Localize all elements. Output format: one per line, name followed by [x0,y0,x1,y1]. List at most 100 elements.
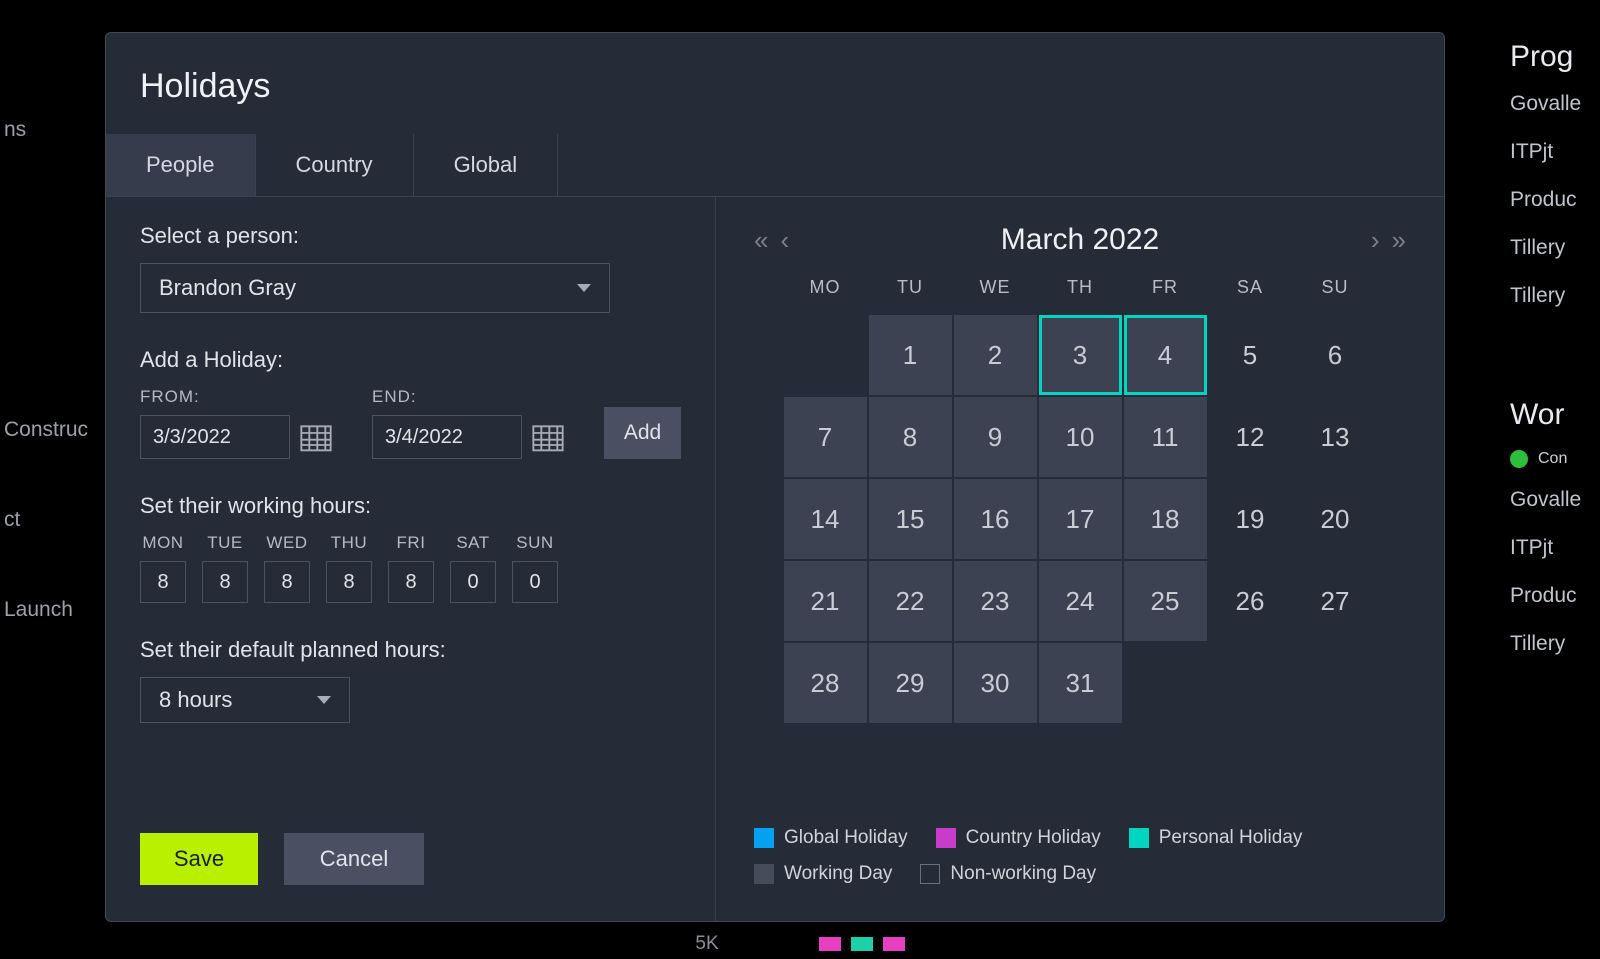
calendar-day-cell[interactable]: 20 [1294,479,1377,559]
day-abbr: FRI [397,533,426,553]
add-button[interactable]: Add [604,407,681,459]
tab-global[interactable]: Global [414,134,559,196]
next-year-icon[interactable]: » [1392,225,1406,256]
legend-swatch-icon [920,864,940,884]
calendar-day-cell[interactable]: 7 [784,397,867,477]
planned-hours-select[interactable]: 8 hours [140,677,350,723]
hours-input[interactable] [140,561,186,603]
legend-swatch-icon [754,864,774,884]
calendar-day-cell[interactable]: 1 [869,315,952,395]
bg-status: Con [1538,450,1567,468]
hours-input[interactable] [326,561,372,603]
legend-item: Non-working Day [920,863,1096,885]
hours-input[interactable] [264,561,310,603]
save-button[interactable]: Save [140,833,258,885]
calendar-pane: « ‹ March 2022 › » MOTUWETHFRSASU1234567… [716,197,1444,921]
calendar-day-cell[interactable]: 9 [954,397,1037,477]
from-label: FROM: [140,387,332,407]
tab-people[interactable]: People [106,134,256,196]
calendar-day-cell[interactable]: 2 [954,315,1037,395]
legend-label: Country Holiday [966,827,1101,849]
legend-item: Personal Holiday [1129,827,1303,849]
end-label: END: [372,387,564,407]
legend-item: Working Day [754,863,892,885]
background-left-panel: ns Construc ct Launch [0,0,100,959]
calendar-day-cell[interactable]: 30 [954,643,1037,723]
calendar-day-cell[interactable]: 17 [1039,479,1122,559]
day-abbr: MON [142,533,183,553]
legend-item: Country Holiday [936,827,1101,849]
tab-bar: People Country Global [106,134,1444,197]
calendar-day-cell[interactable]: 6 [1294,315,1377,395]
calendar-day-cell[interactable]: 15 [869,479,952,559]
add-holiday-label: Add a Holiday: [140,347,681,373]
calendar-day-cell[interactable]: 13 [1294,397,1377,477]
bg-scale-label: 5K [695,933,718,955]
calendar-day-cell[interactable]: 25 [1124,561,1207,641]
calendar-day-cell[interactable]: 23 [954,561,1037,641]
day-of-week-header: TH [1038,277,1123,314]
bg-item: Govalle [1510,92,1600,116]
from-date-input[interactable] [140,415,290,459]
calendar-day-cell[interactable]: 31 [1039,643,1122,723]
person-select[interactable]: Brandon Gray [140,263,610,313]
calendar-day-cell[interactable]: 8 [869,397,952,477]
day-of-week-header: SU [1293,277,1378,314]
day-abbr: SUN [516,533,553,553]
calendar-day-cell[interactable]: 24 [1039,561,1122,641]
calendar-day-cell [1294,643,1377,723]
calendar-day-cell[interactable]: 16 [954,479,1037,559]
select-person-label: Select a person: [140,223,681,249]
hours-input[interactable] [202,561,248,603]
legend-label: Personal Holiday [1159,827,1303,849]
prev-month-icon[interactable]: ‹ [780,225,789,256]
calendar-day-cell[interactable]: 11 [1124,397,1207,477]
next-month-icon[interactable]: › [1371,225,1380,256]
day-of-week-header: FR [1123,277,1208,314]
end-date-input[interactable] [372,415,522,459]
calendar-day-cell[interactable]: 26 [1209,561,1292,641]
calendar-day-cell[interactable]: 27 [1294,561,1377,641]
bg-item: Tillery [1510,632,1600,656]
hours-input[interactable] [450,561,496,603]
segment-icon [851,937,873,951]
planned-hours-value: 8 hours [159,687,232,713]
calendar-day-cell[interactable]: 18 [1124,479,1207,559]
calendar-day-cell[interactable]: 22 [869,561,952,641]
calendar-day-cell[interactable]: 12 [1209,397,1292,477]
calendar-day-cell[interactable]: 14 [784,479,867,559]
calendar-day-cell[interactable]: 5 [1209,315,1292,395]
day-of-week-header: WE [953,277,1038,314]
calendar-day-cell[interactable]: 21 [784,561,867,641]
bg-heading: Prog [1510,40,1600,74]
calendar-day-cell[interactable]: 19 [1209,479,1292,559]
cancel-button[interactable]: Cancel [284,833,424,885]
planned-hours-label: Set their default planned hours: [140,637,681,663]
form-pane: Select a person: Brandon Gray Add a Holi… [106,197,716,921]
bg-item: Produc [1510,584,1600,608]
bg-item: Tillery [1510,236,1600,260]
hours-input[interactable] [512,561,558,603]
hours-input[interactable] [388,561,434,603]
legend-swatch-icon [936,828,956,848]
calendar-day-cell[interactable]: 4 [1124,315,1207,395]
calendar-day-cell[interactable]: 29 [869,643,952,723]
calendar-day-cell[interactable]: 3 [1039,315,1122,395]
tab-country[interactable]: Country [256,134,414,196]
legend-label: Working Day [784,863,892,885]
legend-swatch-icon [754,828,774,848]
month-label: March 2022 [1001,223,1159,257]
bg-item: ITPjt [1510,536,1600,560]
calendar-day-cell[interactable]: 10 [1039,397,1122,477]
bg-heading: Wor [1510,398,1600,432]
calendar-icon[interactable] [532,422,564,452]
prev-year-icon[interactable]: « [754,225,768,256]
calendar-icon[interactable] [300,422,332,452]
background-right-panel: Prog Govalle ITPjt Produc Tillery Tiller… [1510,40,1600,959]
calendar-day-cell[interactable]: 28 [784,643,867,723]
working-hours-day: SUN [512,533,558,603]
holidays-modal: Holidays People Country Global Select a … [105,32,1445,922]
bg-item: Produc [1510,188,1600,212]
segment-icon [819,937,841,951]
day-abbr: THU [331,533,367,553]
